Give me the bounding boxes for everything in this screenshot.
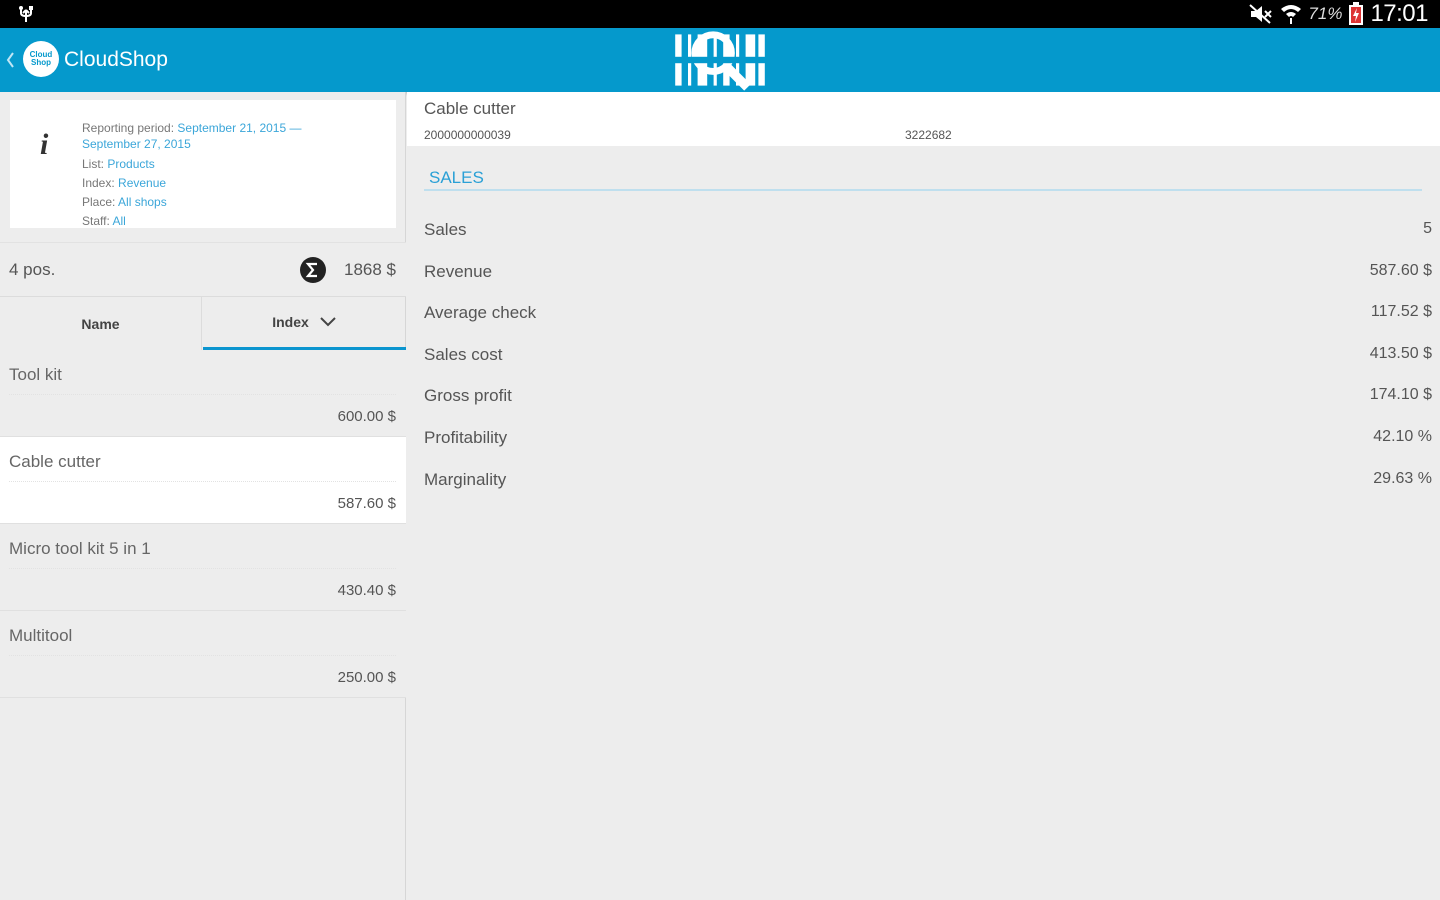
product-name: Cable cutter <box>424 99 516 118</box>
section-divider <box>424 189 1422 191</box>
item-value: 587.60 $ <box>337 495 396 512</box>
list-item-selected[interactable]: Cable cutter 587.60 $ <box>0 437 406 524</box>
mute-icon <box>1249 4 1273 24</box>
tab-index-label: Index <box>272 314 309 330</box>
list-item[interactable]: Multitool 250.00 $ <box>0 611 406 698</box>
index-filter-label: Index: <box>82 176 115 190</box>
sales-metrics: Sales 5 Revenue 587.60 $ Average check 1… <box>424 210 1432 501</box>
battery-percent: 71% <box>1308 4 1343 23</box>
item-name: Cable cutter <box>9 452 101 471</box>
tab-name[interactable]: Name <box>0 297 202 351</box>
product-detail-pane: Cable cutter 2000000000039 3222682 SALES… <box>407 92 1440 900</box>
metric-label: Revenue <box>424 261 493 281</box>
metric-label: Gross profit <box>424 386 512 406</box>
clock: 17:01 <box>1370 0 1428 27</box>
item-divider <box>9 655 396 656</box>
metric-value: 5 <box>1423 220 1432 237</box>
place-filter-row: Place: All shops <box>82 193 301 212</box>
report-list-pane: i Reporting period: September 21, 2015 —… <box>0 92 406 900</box>
list-item[interactable]: Tool kit 600.00 $ <box>0 350 406 437</box>
staff-filter-row: Staff: All <box>82 212 301 231</box>
list-filter-value[interactable]: Products <box>107 157 154 171</box>
metric-label: Sales <box>424 220 467 239</box>
item-value: 250.00 $ <box>337 669 396 686</box>
item-divider <box>9 481 396 482</box>
metric-row-sales: Sales 5 <box>424 210 1432 252</box>
metric-value: 117.52 $ <box>1370 303 1432 321</box>
place-filter-label: Place: <box>82 195 116 209</box>
metric-value: 174.10 $ <box>1369 386 1432 404</box>
staff-filter-label: Staff: <box>82 214 110 228</box>
metric-value: 42.10 % <box>1373 427 1432 445</box>
metric-label: Average check <box>424 303 537 323</box>
wifi-icon <box>1281 5 1302 24</box>
place-filter-value[interactable]: All shops <box>118 195 167 209</box>
metric-row-profitability: Profitability 42.10 % <box>424 418 1432 460</box>
tab-index[interactable]: Index <box>203 297 406 351</box>
metric-label: Sales cost <box>424 344 503 364</box>
item-name: Micro tool kit 5 in 1 <box>9 539 151 558</box>
metric-row-sales-cost: Sales cost 413.50 $ <box>424 335 1432 377</box>
index-filter-row: Index: Revenue <box>82 174 301 193</box>
list-filter-row: List: Products <box>82 155 301 174</box>
total-amount: 1868 $ <box>344 260 396 279</box>
tab-name-label: Name <box>81 316 120 332</box>
item-divider <box>9 568 396 569</box>
sort-tabs: Name Index <box>0 296 406 351</box>
battery-icon <box>1349 2 1364 25</box>
list-item[interactable]: Micro tool kit 5 in 1 430.40 $ <box>0 524 406 611</box>
status-bar: 71% 17:01 <box>0 0 1440 28</box>
metric-value: 587.60 $ <box>1369 261 1432 279</box>
reporting-period-start[interactable]: September 21, 2015 — <box>177 121 301 135</box>
chevron-down-icon <box>320 317 336 327</box>
item-value: 430.40 $ <box>337 582 396 599</box>
metric-label: Profitability <box>424 427 508 447</box>
reporting-period-row: Reporting period: September 21, 2015 — <box>82 120 301 136</box>
report-info-card[interactable]: i Reporting period: September 21, 2015 —… <box>10 100 396 228</box>
product-header: Cable cutter 2000000000039 3222682 <box>407 92 1440 146</box>
metric-row-gross-profit: Gross profit 174.10 $ <box>424 376 1432 418</box>
metric-value: 29.63 % <box>1373 469 1432 487</box>
reporting-period-end[interactable]: September 27, 2015 <box>82 136 301 155</box>
metric-row-average-check: Average check 117.52 $ <box>424 293 1432 335</box>
usb-debug-icon <box>19 6 33 22</box>
sigma-total-icon <box>300 257 326 283</box>
product-code: 3222682 <box>905 128 952 142</box>
summary-row: 4 pos. 1868 $ <box>0 242 406 296</box>
barcode-scan-icon[interactable] <box>0 28 1440 92</box>
product-list: Tool kit 600.00 $ Cable cutter 587.60 $ … <box>0 350 406 698</box>
metric-label: Marginality <box>424 469 507 489</box>
product-barcode: 2000000000039 <box>424 128 511 142</box>
section-title-sales: SALES <box>429 168 484 187</box>
list-filter-label: List: <box>82 157 105 171</box>
position-count: 4 pos. <box>9 260 56 279</box>
staff-filter-value[interactable]: All <box>112 214 125 228</box>
reporting-period-label: Reporting period: <box>82 121 175 135</box>
info-icon: i <box>40 128 49 161</box>
index-filter-value[interactable]: Revenue <box>118 176 166 190</box>
metric-row-revenue: Revenue 587.60 $ <box>424 252 1432 294</box>
report-filters: Reporting period: September 21, 2015 — S… <box>82 120 301 231</box>
metric-value: 413.50 $ <box>1369 344 1432 362</box>
item-name: Multitool <box>9 626 73 645</box>
item-value: 600.00 $ <box>337 408 396 425</box>
item-name: Tool kit <box>9 365 62 384</box>
metric-row-marginality: Marginality 29.63 % <box>424 460 1432 502</box>
item-divider <box>9 394 396 395</box>
